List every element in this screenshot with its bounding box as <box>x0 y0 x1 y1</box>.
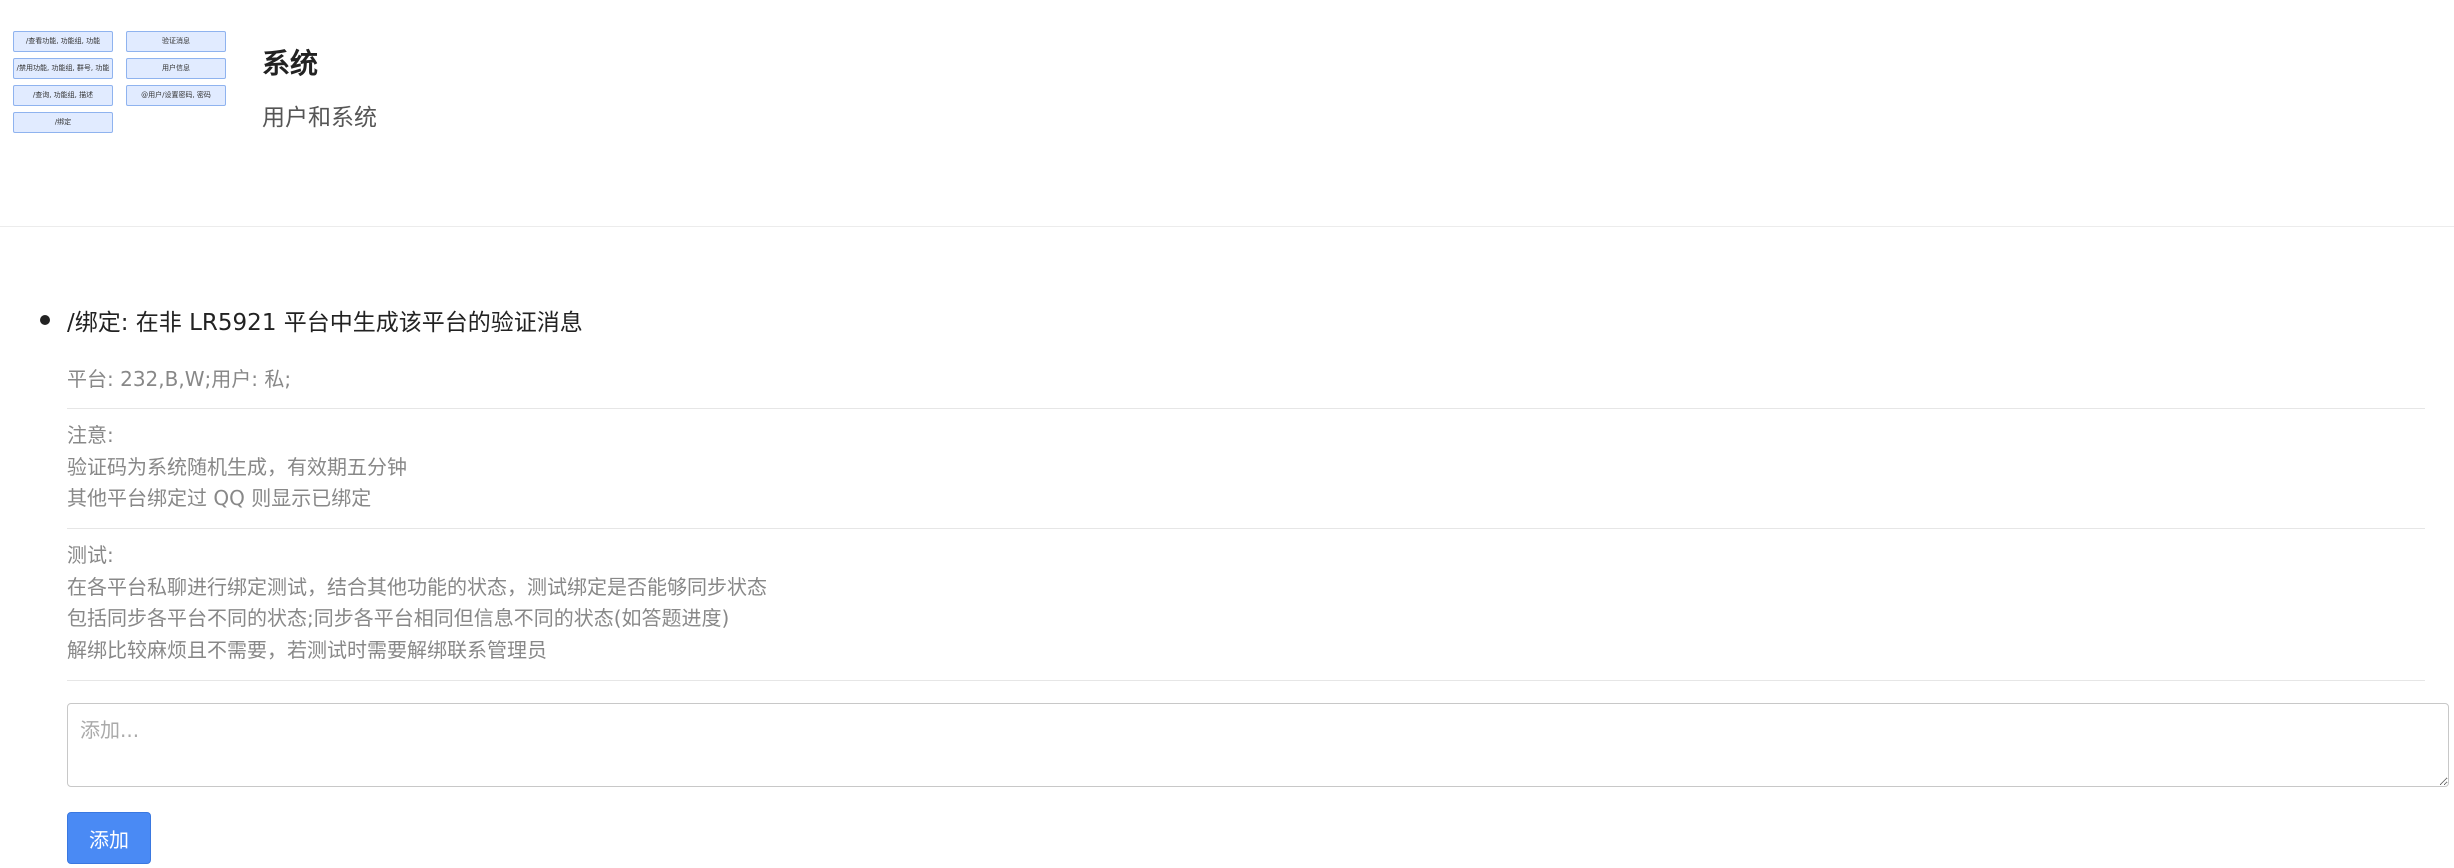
tests-line: 包括同步各平台不同的状态;同步各平台相同但信息不同的状态(如答题进度) <box>67 606 730 630</box>
add-button[interactable]: 添加 <box>67 812 151 864</box>
notes-line: 验证码为系统随机生成，有效期五分钟 <box>67 454 407 479</box>
tag-query[interactable]: /查询, 功能组, 描述 <box>13 85 113 106</box>
notes-line: 其他平台绑定过 QQ 则显示已绑定 <box>67 486 372 510</box>
page-title: 系统 <box>262 47 319 80</box>
notes-heading: 注意: <box>67 423 114 447</box>
platform-text: 平台: 232,B,W;用户: 私; <box>67 367 292 391</box>
tag-user-info[interactable]: 用户信息 <box>126 58 226 79</box>
tag-disable-function[interactable]: /禁用功能, 功能组, 群号, 功能 <box>13 58 113 79</box>
bullet-icon <box>40 315 50 325</box>
tests-line: 解绑比较麻烦且不需要，若测试时需要解绑联系管理员 <box>67 637 547 662</box>
tests-heading: 测试: <box>67 543 114 567</box>
command-title: /绑定: 在非 LR5921 平台中生成该平台的验证消息 <box>67 310 583 336</box>
tag-verify-message[interactable]: 验证消息 <box>126 31 226 52</box>
list-item: /绑定: 在非 LR5921 平台中生成该平台的验证消息 <box>40 300 2440 340</box>
tag-set-password[interactable]: @用户/设置密码, 密码 <box>126 85 226 106</box>
page-header: /查看功能, 功能组, 功能 验证消息 /禁用功能, 功能组, 群号, 功能 用… <box>0 0 2454 227</box>
tests-section: 测试: 在各平台私聊进行绑定测试，结合其他功能的状态，测试绑定是否能够同步状态 … <box>67 540 2425 681</box>
notes-section: 注意: 验证码为系统随机生成，有效期五分钟 其他平台绑定过 QQ 则显示已绑定 <box>67 420 2425 529</box>
tag-bind[interactable]: /绑定 <box>13 112 113 133</box>
tag-view-function[interactable]: /查看功能, 功能组, 功能 <box>13 31 113 52</box>
platform-info: 平台: 232,B,W;用户: 私; <box>67 364 2425 409</box>
tests-line: 在各平台私聊进行绑定测试，结合其他功能的状态，测试绑定是否能够同步状态 <box>67 574 767 599</box>
add-comment-input[interactable] <box>67 703 2449 787</box>
page-subtitle: 用户和系统 <box>262 105 377 131</box>
command-tag-grid: /查看功能, 功能组, 功能 验证消息 /禁用功能, 功能组, 群号, 功能 用… <box>13 31 226 133</box>
